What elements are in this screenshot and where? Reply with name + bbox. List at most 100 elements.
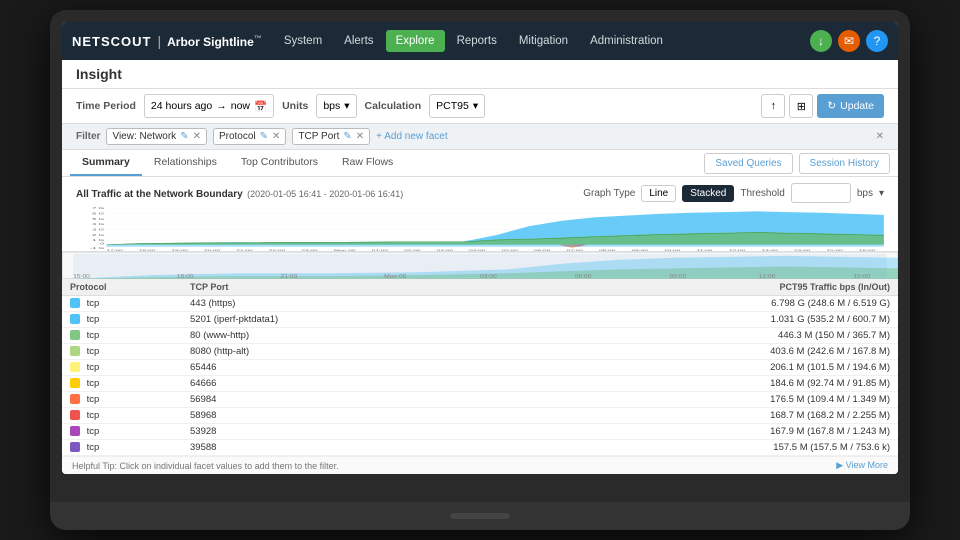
stacked-button[interactable]: Stacked: [682, 185, 734, 202]
period-arrow: →: [216, 100, 227, 112]
port-cell: 65446: [182, 360, 382, 376]
color-indicator: [70, 314, 80, 324]
chart-title-area: All Traffic at the Network Boundary (202…: [76, 184, 403, 202]
calc-label: Calculation: [365, 100, 422, 112]
svg-text:21:00: 21:00: [280, 273, 297, 279]
brand-divider: |: [158, 33, 162, 49]
traffic-cell: 6.798 G (248.6 M / 6.519 G): [382, 296, 898, 312]
col-traffic: PCT95 Traffic bps (In/Out): [382, 279, 898, 296]
protocol-cell: tcp: [62, 408, 182, 424]
tab-relationships[interactable]: Relationships: [142, 150, 229, 176]
nav-actions: ↓ ✉ ?: [810, 30, 888, 52]
svg-text:12:00: 12:00: [759, 273, 776, 279]
download-icon[interactable]: ↓: [810, 30, 832, 52]
upload-icon-btn[interactable]: ↑: [761, 94, 785, 118]
period-from-text: 24 hours ago: [151, 100, 212, 112]
tab-raw-flows[interactable]: Raw Flows: [330, 150, 405, 176]
protocol-cell: tcp: [62, 424, 182, 440]
col-port: TCP Port: [182, 279, 382, 296]
nav-alerts[interactable]: Alerts: [334, 30, 383, 52]
add-facet-link[interactable]: + Add new facet: [376, 131, 447, 142]
view-more-link[interactable]: ▶ View More: [836, 460, 888, 471]
traffic-cell: 157.5 M (157.5 M / 753.6 k): [382, 440, 898, 456]
help-icon[interactable]: ?: [866, 30, 888, 52]
tab-summary[interactable]: Summary: [70, 150, 142, 176]
table-row[interactable]: tcp 64666 184.6 M (92.74 M / 91.85 M): [62, 376, 898, 392]
threshold-input[interactable]: [791, 183, 851, 203]
table-row[interactable]: tcp 5201 (iperf-pktdata1) 1.031 G (535.2…: [62, 312, 898, 328]
nav-reports[interactable]: Reports: [447, 30, 507, 52]
svg-text:4 G: 4 G: [92, 223, 104, 226]
protocol-cell: tcp: [62, 328, 182, 344]
edit-icon[interactable]: ✎: [180, 131, 188, 142]
svg-text:09:00: 09:00: [669, 273, 686, 279]
nav-mitigation[interactable]: Mitigation: [509, 30, 578, 52]
col-protocol: Protocol: [62, 279, 182, 296]
threshold-unit: bps: [857, 188, 873, 199]
protocol-cell: tcp: [62, 440, 182, 456]
calc-select[interactable]: PCT95 ▾: [429, 94, 485, 118]
table-row[interactable]: tcp 39588 157.5 M (157.5 M / 753.6 k): [62, 440, 898, 456]
table-row[interactable]: tcp 56984 176.5 M (109.4 M / 1.349 M): [62, 392, 898, 408]
session-history-button[interactable]: Session History: [799, 153, 890, 174]
protocol-cell: tcp: [62, 360, 182, 376]
filter-close-icon[interactable]: ✕: [876, 131, 884, 142]
period-label: Time Period: [76, 100, 136, 112]
remove-icon[interactable]: ✕: [272, 131, 280, 142]
port-cell: 8080 (http-alt): [182, 344, 382, 360]
threshold-dropdown-icon[interactable]: ▾: [879, 188, 884, 199]
units-select[interactable]: bps ▾: [316, 94, 356, 118]
table-row[interactable]: tcp 65446 206.1 M (101.5 M / 194.6 M): [62, 360, 898, 376]
traffic-cell: 206.1 M (101.5 M / 194.6 M): [382, 360, 898, 376]
svg-text:Mon 06: Mon 06: [384, 273, 407, 279]
nav-menu: System Alerts Explore Reports Mitigation…: [274, 30, 673, 52]
nav-explore[interactable]: Explore: [386, 30, 445, 52]
data-table-section: Protocol TCP Port PCT95 Traffic bps (In/…: [62, 279, 898, 456]
nav-administration[interactable]: Administration: [580, 30, 673, 52]
brand-netscout: NETSCOUT: [72, 34, 152, 49]
svg-text:18:00: 18:00: [177, 273, 194, 279]
color-indicator: [70, 442, 80, 452]
update-button[interactable]: ↻ Update: [817, 94, 884, 118]
port-cell: 56984: [182, 392, 382, 408]
color-indicator: [70, 362, 80, 372]
saved-queries-button[interactable]: Saved Queries: [704, 153, 792, 174]
port-cell: 53928: [182, 424, 382, 440]
protocol-cell: tcp: [62, 392, 182, 408]
edit-icon[interactable]: ✎: [260, 131, 268, 142]
calendar-icon: 📅: [254, 100, 267, 113]
filter-tag-network[interactable]: View: Network ✎ ✕: [106, 128, 207, 145]
main-chart: 7 G 6 G 5 G 4 G 3 G 2 G 1 G 0 -1 G: [74, 205, 886, 251]
chart-header: All Traffic at the Network Boundary (202…: [76, 183, 884, 203]
table-row[interactable]: tcp 80 (www-http) 446.3 M (150 M / 365.7…: [62, 328, 898, 344]
protocol-value: tcp: [87, 362, 100, 373]
svg-text:0: 0: [100, 243, 104, 246]
remove-icon[interactable]: ✕: [356, 131, 364, 142]
chart-title: All Traffic at the Network Boundary: [76, 189, 243, 200]
traffic-cell: 1.031 G (535.2 M / 600.7 M): [382, 312, 898, 328]
table-row[interactable]: tcp 58968 168.7 M (168.2 M / 2.255 M): [62, 408, 898, 424]
tab-bar: Summary Relationships Top Contributors R…: [62, 150, 898, 177]
svg-text:6 G: 6 G: [92, 213, 104, 216]
filter-tag-protocol[interactable]: Protocol ✎ ✕: [213, 128, 286, 145]
table-row[interactable]: tcp 8080 (http-alt) 403.6 M (242.6 M / 1…: [62, 344, 898, 360]
protocol-value: tcp: [87, 330, 100, 341]
table-row[interactable]: tcp 53928 167.9 M (167.8 M / 1.243 M): [62, 424, 898, 440]
svg-text:7 G: 7 G: [92, 207, 104, 210]
dropdown-icon: ▾: [473, 100, 478, 112]
bookmark-icon-btn[interactable]: ⊞: [789, 94, 813, 118]
traffic-cell: 184.6 M (92.74 M / 91.85 M): [382, 376, 898, 392]
tab-top-contributors[interactable]: Top Contributors: [229, 150, 330, 176]
nav-system[interactable]: System: [274, 30, 332, 52]
line-button[interactable]: Line: [641, 185, 676, 202]
email-icon[interactable]: ✉: [838, 30, 860, 52]
remove-icon[interactable]: ✕: [193, 131, 201, 142]
protocol-cell: tcp: [62, 296, 182, 312]
range-selector[interactable]: 15:00 18:00 21:00 Mon 06 03:00 06:00 09:…: [62, 251, 898, 279]
filter-tag-tcpport[interactable]: TCP Port ✎ ✕: [292, 128, 370, 145]
edit-icon[interactable]: ✎: [343, 131, 351, 142]
protocol-cell: tcp: [62, 312, 182, 328]
dropdown-icon: ▾: [344, 100, 349, 112]
period-from-input[interactable]: 24 hours ago → now 📅: [144, 94, 274, 118]
table-row[interactable]: tcp 443 (https) 6.798 G (248.6 M / 6.519…: [62, 296, 898, 312]
